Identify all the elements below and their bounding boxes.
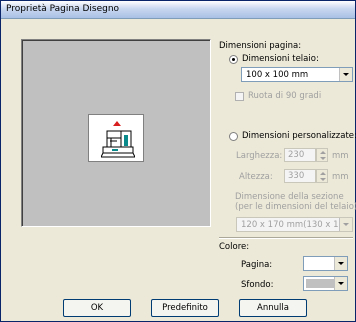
chevron-down-icon <box>334 277 347 290</box>
height-spinner[interactable] <box>316 169 328 183</box>
section-size-value: 120 x 170 mm(130 x 180 m <box>241 220 341 230</box>
chevron-down-icon <box>339 218 352 231</box>
page-size-heading: Dimensioni pagina: <box>219 41 302 51</box>
page-color-swatch <box>306 259 334 268</box>
custom-size-label: Dimensioni personalizzate: <box>242 131 356 141</box>
section-size-label: Dimensione della sezione <box>235 192 344 202</box>
sewing-machine-icon <box>101 130 135 158</box>
width-value: 230 <box>288 150 305 160</box>
rotate-checkbox[interactable] <box>235 92 244 101</box>
hoop-size-label: Dimensioni telaio: <box>242 54 319 64</box>
hoop-size-select[interactable]: 100 x 100 mm <box>241 67 353 82</box>
background-color-select[interactable] <box>303 276 348 291</box>
page-color-label: Pagina: <box>241 260 273 270</box>
chevron-down-icon <box>339 68 352 81</box>
height-input[interactable]: 330 <box>284 169 316 183</box>
title-bar[interactable]: Proprietà Pagina Disegno <box>1 1 355 19</box>
width-spinner[interactable] <box>316 148 328 162</box>
ok-button[interactable]: OK <box>63 299 131 317</box>
hoop-preview <box>88 114 144 162</box>
section-size-select[interactable]: 120 x 170 mm(130 x 180 m <box>236 217 353 232</box>
height-value: 330 <box>288 171 305 181</box>
section-size-sublabel: (per le dimensioni del telaio): <box>235 202 356 212</box>
height-label: Altezza: <box>239 172 273 182</box>
background-color-swatch <box>306 279 334 288</box>
page-color-select[interactable] <box>303 256 348 271</box>
window-title: Proprietà Pagina Disegno <box>6 4 120 14</box>
custom-size-radio[interactable] <box>229 132 238 141</box>
height-unit: mm <box>332 172 349 182</box>
separator <box>219 237 353 239</box>
width-label: Larghezza: <box>236 151 283 161</box>
width-input[interactable]: 230 <box>284 148 316 162</box>
color-heading: Colore: <box>219 242 250 252</box>
default-button[interactable]: Predefinito <box>151 299 219 317</box>
cancel-button[interactable]: Annulla <box>239 299 307 317</box>
background-color-label: Sfondo: <box>241 280 274 290</box>
rotate-label: Ruota di 90 gradi <box>248 91 322 101</box>
page-preview <box>21 39 211 227</box>
width-unit: mm <box>332 151 349 161</box>
hoop-size-value: 100 x 100 mm <box>246 70 309 80</box>
chevron-down-icon <box>334 257 347 270</box>
orientation-arrow-icon <box>113 121 121 126</box>
hoop-size-radio[interactable] <box>229 55 238 64</box>
dialog-window: Proprietà Pagina Disegno Dimensioni pagi… <box>0 0 356 322</box>
